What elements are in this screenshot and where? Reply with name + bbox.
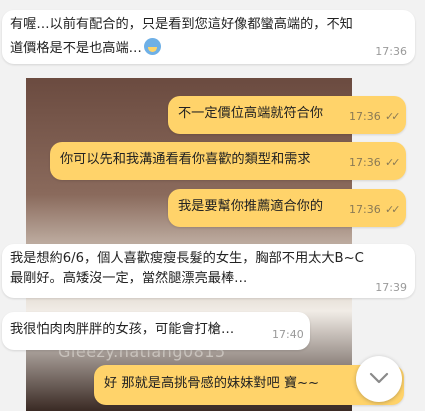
- message-incoming[interactable]: 我是想約6/6，個人喜歡瘦瘦長髮的女生，胸部不用太大B~C 最剛好。高矮沒一定，…: [2, 244, 415, 298]
- message-time: 17:36: [349, 203, 381, 216]
- message-outgoing[interactable]: 你可以先和我溝通看看你喜歡的類型和需求 17:36 ✓✓: [50, 142, 406, 180]
- read-receipt-icon: ✓✓: [385, 203, 401, 216]
- message-text-line: 有喔…以前有配合的，只是看到您這好像都蠻高端的，不知: [10, 17, 353, 32]
- message-text: 我很怕肉肉胖胖的女孩，可能會打槍…: [10, 322, 235, 337]
- message-time: 17:39: [375, 281, 407, 294]
- message-text-line: 道價格是不是也高端…: [10, 41, 142, 56]
- message-incoming[interactable]: 我很怕肉肉胖胖的女孩，可能會打槍… 17:40: [2, 312, 310, 350]
- message-outgoing[interactable]: 不一定價位高端就符合你 17:36 ✓✓: [168, 96, 406, 134]
- message-text: 不一定價位高端就符合你: [178, 106, 324, 121]
- message-text: 我是要幫你推薦適合你的: [178, 199, 324, 214]
- message-time: 17:40: [272, 328, 304, 341]
- message-incoming[interactable]: 有喔…以前有配合的，只是看到您這好像都蠻高端的，不知 道價格是不是也高端… 17…: [2, 10, 415, 64]
- message-time: 17:36: [349, 156, 381, 169]
- message-outgoing[interactable]: 我是要幫你推薦適合你的 17:36 ✓✓: [168, 189, 406, 227]
- message-text-line: 最剛好。高矮沒一定，當然腿漂亮最棒…: [10, 271, 248, 286]
- message-text: 好 那就是高挑骨感的妹妹對吧 寶~~: [104, 376, 320, 391]
- chevron-down-icon: [369, 372, 389, 384]
- anxious-face-emoji-icon: [143, 38, 161, 55]
- message-time: 17:36: [375, 45, 407, 58]
- message-text-line: 我是想約6/6，個人喜歡瘦瘦長髮的女生，胸部不用太大B~C: [10, 251, 364, 266]
- message-time: 17:36: [349, 110, 381, 123]
- read-receipt-icon: ✓✓: [385, 156, 401, 169]
- message-text: 你可以先和我溝通看看你喜歡的類型和需求: [60, 152, 311, 167]
- read-receipt-icon: ✓✓: [385, 110, 401, 123]
- scroll-to-bottom-button[interactable]: [356, 356, 402, 402]
